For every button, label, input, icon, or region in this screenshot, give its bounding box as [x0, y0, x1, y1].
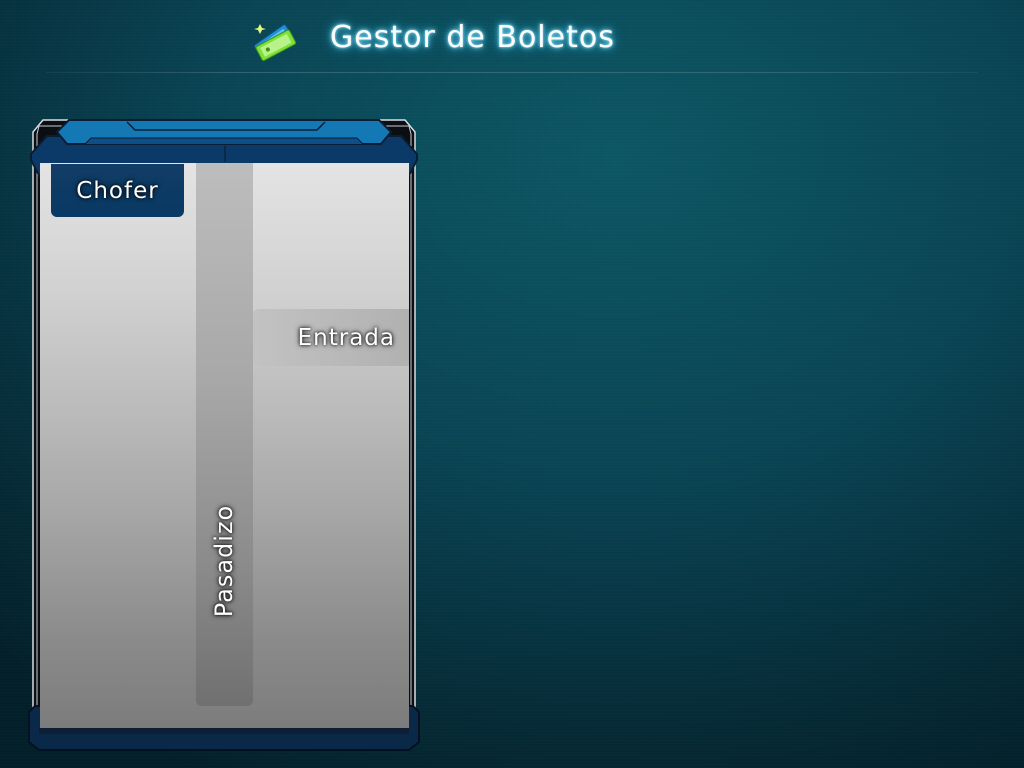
aisle-label: Pasadizo: [210, 504, 238, 618]
driver-label: Chofer: [76, 177, 159, 204]
app-header: Gestor de Boletos: [0, 0, 1024, 80]
bus-entrance: Entrada: [253, 309, 409, 366]
ticket-icon: [248, 18, 300, 62]
entrance-label: Entrada: [297, 324, 395, 351]
bus-layout-panel: Pasadizo Chofer Entrada: [27, 116, 421, 752]
aisle: [196, 163, 253, 706]
app-title: Gestor de Boletos: [330, 20, 615, 55]
driver-seat: Chofer: [51, 164, 184, 217]
header-divider: [46, 72, 978, 73]
